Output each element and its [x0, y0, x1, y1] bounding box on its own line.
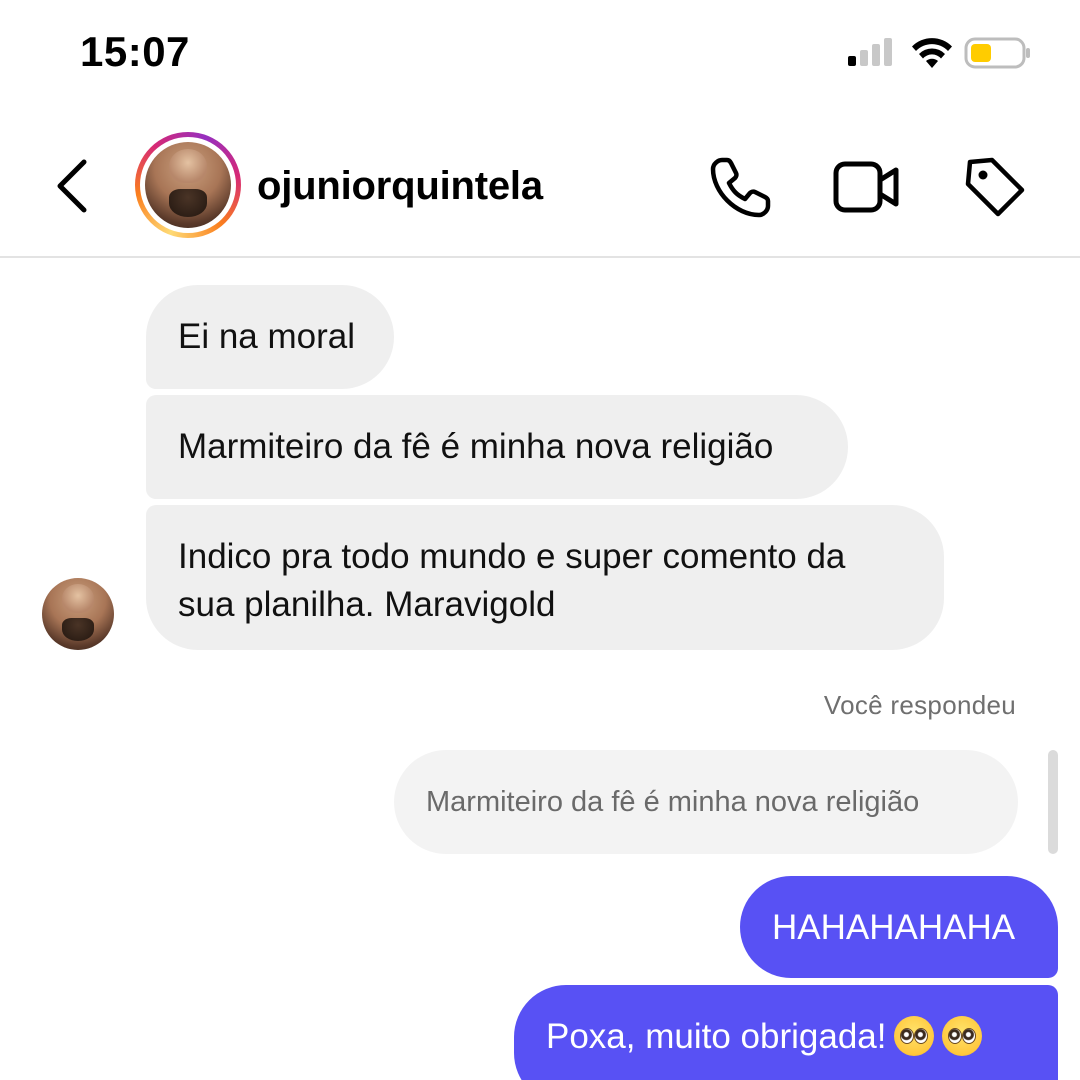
quote-indicator-bar — [1048, 750, 1058, 854]
sender-avatar[interactable] — [42, 578, 114, 650]
direct-message-screen: 15:07 ojuniorquintela Ei na moral Marmit… — [0, 0, 1080, 1080]
wifi-icon — [912, 38, 952, 68]
pleading-face-emoji — [894, 1016, 935, 1056]
status-time: 15:07 — [80, 28, 190, 75]
message-text-line: Indico pra todo mundo e super comento da — [178, 537, 846, 576]
message-text: Ei na moral — [178, 317, 356, 356]
quoted-message[interactable]: Marmiteiro da fê é minha nova religião — [394, 750, 1018, 854]
reply-label: Você respondeu — [823, 690, 1016, 720]
pleading-face-emoji — [942, 1016, 983, 1056]
outgoing-message[interactable]: Poxa, muito obrigada! — [514, 985, 1058, 1080]
message-text: Marmiteiro da fê é minha nova religião — [178, 427, 774, 466]
chat-header: ojuniorquintela — [0, 118, 1080, 258]
video-camera-icon[interactable] — [832, 158, 902, 216]
avatar-photo — [145, 142, 231, 228]
cellular-signal-icon — [848, 38, 892, 66]
outgoing-message[interactable]: HAHAHAHAHA — [740, 876, 1058, 978]
tag-icon[interactable] — [962, 154, 1028, 220]
message-text: Poxa, muito obrigada! — [546, 1017, 887, 1056]
incoming-message[interactable]: Indico pra todo mundo e super comento da… — [146, 505, 944, 650]
battery-low-icon — [964, 37, 1030, 69]
chevron-left-icon[interactable] — [50, 156, 94, 216]
incoming-message[interactable]: Marmiteiro da fê é minha nova religião — [146, 395, 848, 499]
incoming-message[interactable]: Ei na moral — [146, 285, 394, 389]
message-text: HAHAHAHAHA — [772, 908, 1016, 947]
message-text-line: sua planilha. Maravigold — [178, 585, 556, 624]
profile-avatar[interactable] — [135, 132, 241, 238]
phone-icon[interactable] — [708, 154, 774, 220]
quoted-text: Marmiteiro da fê é minha nova religião — [426, 786, 920, 818]
chat-username[interactable]: ojuniorquintela — [257, 164, 543, 209]
